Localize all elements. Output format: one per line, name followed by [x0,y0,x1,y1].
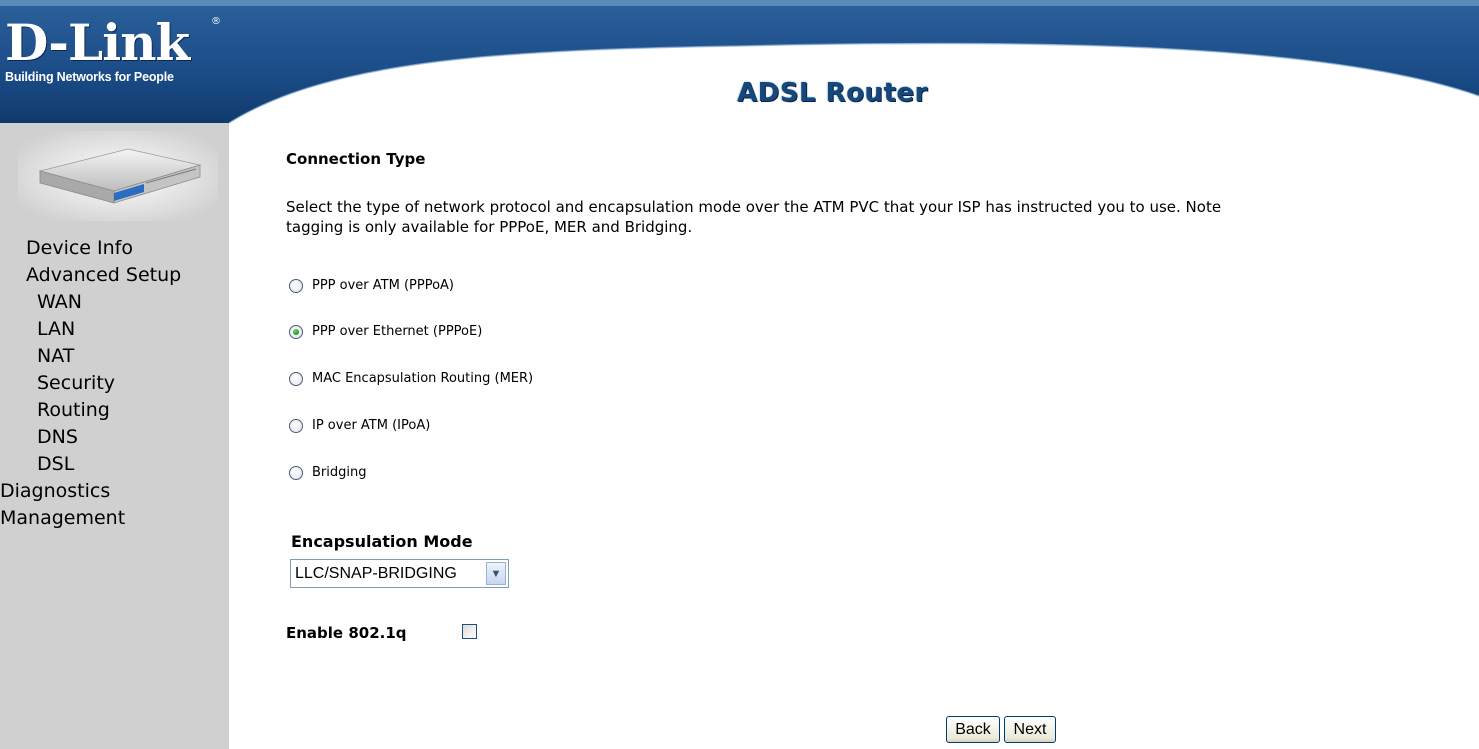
sidebar-item-dsl[interactable]: DSL [0,451,229,478]
sidebar-item-device-info[interactable]: Device Info [0,235,229,262]
chevron-down-icon[interactable]: ▼ [486,562,506,585]
sidebar-item-nat[interactable]: NAT [0,343,229,370]
logo-tagline: Building Networks for People [5,70,174,84]
sidebar-item-advanced-setup[interactable]: Advanced Setup [0,262,229,289]
radio-button[interactable] [289,465,303,480]
description-text: Select the type of network protocol and … [286,197,1479,237]
radio-button[interactable] [289,278,303,293]
enable-8021q-label: Enable 802.1q [286,624,407,642]
protocol-option-mer[interactable]: MAC Encapsulation Routing (MER) [289,371,533,386]
radio-button[interactable] [289,371,303,386]
sidebar-item-routing[interactable]: Routing [0,397,229,424]
protocol-option-pppoa[interactable]: PPP over ATM (PPPoA) [289,278,454,293]
radio-button-selected[interactable] [289,324,303,339]
encapsulation-mode-select[interactable]: LLC/SNAP-BRIDGING ▼ [290,559,509,588]
protocol-option-bridging[interactable]: Bridging [289,465,366,480]
protocol-label: MAC Encapsulation Routing (MER) [312,371,534,386]
protocol-label: PPP over Ethernet (PPPoE) [312,324,483,339]
sidebar-item-management[interactable]: Management [0,505,229,532]
protocol-label: PPP over ATM (PPPoA) [312,278,454,293]
encapsulation-mode-value: LLC/SNAP-BRIDGING [295,564,457,582]
protocol-option-pppoe[interactable]: PPP over Ethernet (PPPoE) [289,324,482,339]
sidebar-item-wan[interactable]: WAN [0,289,229,316]
sidebar-item-diagnostics[interactable]: Diagnostics [0,478,229,505]
sidebar-item-security[interactable]: Security [0,370,229,397]
section-title: Connection Type [286,150,426,168]
description-line-2: tagging is only available for PPPoE, MER… [286,218,693,236]
product-title: ADSL Router [737,78,928,108]
sidebar-item-lan[interactable]: LAN [0,316,229,343]
header-banner [0,0,1479,124]
description-line-1: Select the type of network protocol and … [286,198,1222,216]
dlink-logo: D-Link ® Building Networks for People [5,13,221,84]
page: D-Link ® Building Networks for People AD… [0,0,1479,749]
logo-wordmark: D-Link [5,13,190,72]
back-button[interactable]: Back [946,716,1000,743]
protocol-label: Bridging [312,465,367,480]
protocol-option-ipoa[interactable]: IP over ATM (IPoA) [289,418,430,433]
enable-8021q-checkbox[interactable] [462,624,477,639]
radio-button[interactable] [289,418,303,433]
registered-mark: ® [211,16,221,27]
sidebar: Device Info Advanced Setup WAN LAN NAT S… [0,123,229,749]
sidebar-item-dns[interactable]: DNS [0,424,229,451]
sidebar-nav: Device Info Advanced Setup WAN LAN NAT S… [0,235,229,532]
protocol-label: IP over ATM (IPoA) [312,418,431,433]
next-button[interactable]: Next [1004,716,1056,743]
main-content: Connection Type Select the type of netwo… [229,130,1479,749]
encapsulation-mode-label: Encapsulation Mode [291,532,473,551]
router-device-image [18,131,218,221]
